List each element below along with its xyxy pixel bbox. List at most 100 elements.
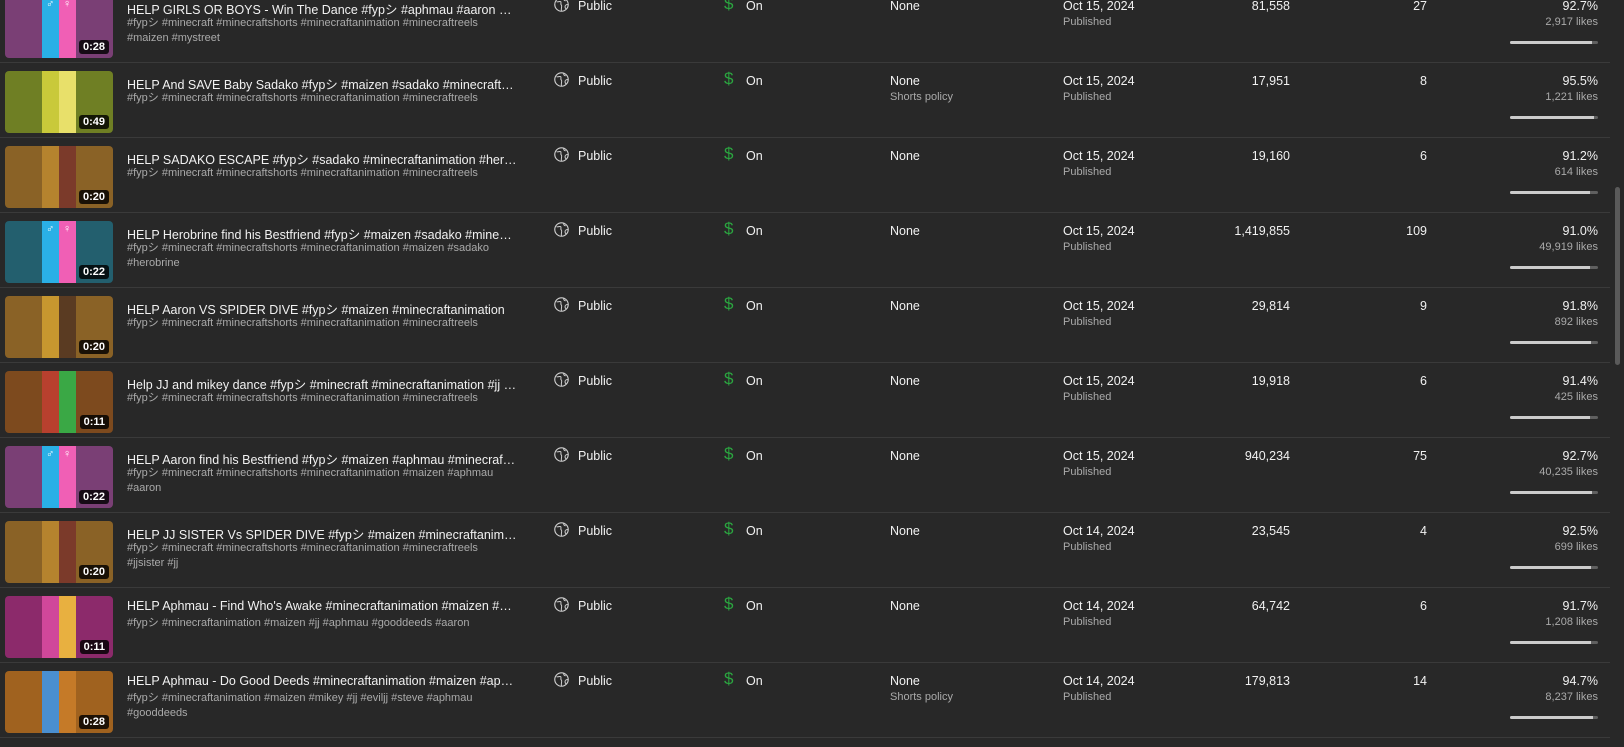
views-count: 19,918	[1251, 374, 1290, 388]
video-duration: 0:11	[79, 415, 109, 429]
table-row[interactable]: 0:20 HELP SADAKO ESCAPE #fypシ #sadako #m…	[0, 138, 1610, 213]
video-duration: 0:22	[78, 265, 109, 279]
video-description: #fypシ #minecraft #minecraftshorts #minec…	[127, 392, 478, 404]
video-title[interactable]: HELP Aphmau - Do Good Deeds #minecraftan…	[127, 674, 517, 688]
views-count: 940,234	[1244, 449, 1290, 463]
video-duration: 0:22	[78, 490, 109, 504]
monetization-label[interactable]: On	[746, 149, 763, 163]
visibility-label[interactable]: Public	[578, 599, 612, 613]
likes-count: 2,917 likes	[1545, 16, 1598, 28]
dollar-icon: $	[724, 594, 734, 613]
video-thumbnail[interactable]: ♂ ♀ 0:22	[5, 221, 113, 283]
publish-status: Published	[1063, 466, 1112, 478]
publish-status: Published	[1063, 91, 1112, 103]
likes-percent: 91.7%	[1562, 599, 1598, 613]
video-description: #fypシ #minecraft #minecraftshorts #minec…	[127, 542, 478, 569]
video-duration: 0:49	[78, 115, 109, 129]
video-thumbnail[interactable]: 0:20	[5, 146, 113, 208]
video-thumbnail[interactable]: 0:49	[5, 71, 113, 133]
video-description: #fypシ #minecraft #minecraftshorts #minec…	[127, 167, 478, 179]
dollar-icon: $	[724, 369, 734, 388]
table-row[interactable]: ♂ ♀ 0:22 HELP Aaron find his Bestfriend …	[0, 438, 1610, 513]
views-count: 64,742	[1251, 599, 1290, 613]
likes-percent: 95.5%	[1562, 74, 1598, 88]
table-row[interactable]: 0:11 Help JJ and mikey dance #fypシ #mine…	[0, 363, 1610, 438]
likes-percent: 94.7%	[1562, 674, 1598, 688]
visibility-label[interactable]: Public	[578, 449, 612, 463]
visibility-label[interactable]: Public	[578, 0, 612, 13]
visibility-label[interactable]: Public	[578, 374, 612, 388]
monetization-label[interactable]: On	[746, 599, 763, 613]
video-table: ♂ ♀ 0:28 HELP GIRLS OR BOYS - Win The Da…	[0, 0, 1610, 738]
video-duration: 0:20	[78, 190, 109, 204]
monetization-label[interactable]: On	[746, 224, 763, 238]
likes-ratio-bar	[1510, 716, 1598, 719]
comments-count: 6	[1420, 374, 1427, 388]
visibility-label[interactable]: Public	[578, 74, 612, 88]
visibility-label[interactable]: Public	[578, 674, 612, 688]
comments-count: 14	[1413, 674, 1427, 688]
restrictions-label: None	[890, 149, 920, 163]
monetization-label[interactable]: On	[746, 524, 763, 538]
monetization-label[interactable]: On	[746, 0, 763, 13]
visibility-label[interactable]: Public	[578, 524, 612, 538]
table-row[interactable]: 0:28 HELP Aphmau - Do Good Deeds #minecr…	[0, 663, 1610, 738]
views-count: 19,160	[1251, 149, 1290, 163]
publish-status: Published	[1063, 316, 1112, 328]
monetization-label[interactable]: On	[746, 674, 763, 688]
likes-ratio-fill	[1510, 641, 1591, 644]
table-row[interactable]: ♂ ♀ 0:28 HELP GIRLS OR BOYS - Win The Da…	[0, 0, 1610, 63]
video-thumbnail[interactable]: ♂ ♀ 0:28	[5, 0, 113, 58]
publish-date: Oct 14, 2024	[1063, 524, 1135, 538]
restrictions-label: None	[890, 524, 920, 538]
female-symbol-icon: ♀	[63, 223, 72, 235]
likes-count: 892 likes	[1554, 316, 1598, 328]
likes-ratio-fill	[1510, 41, 1592, 44]
monetization-label[interactable]: On	[746, 74, 763, 88]
dollar-icon: $	[724, 669, 734, 688]
monetization-label[interactable]: On	[746, 449, 763, 463]
likes-percent: 91.8%	[1562, 299, 1598, 313]
comments-count: 4	[1420, 524, 1427, 538]
table-row[interactable]: 0:49 HELP And SAVE Baby Sadako #fypシ #ma…	[0, 63, 1610, 138]
publish-date: Oct 15, 2024	[1063, 74, 1135, 88]
likes-ratio-bar	[1510, 491, 1598, 494]
scrollbar-thumb[interactable]	[1615, 187, 1620, 365]
video-title[interactable]: HELP Aphmau - Find Who's Awake #minecraf…	[127, 599, 517, 613]
restrictions-detail[interactable]: Shorts policy	[890, 691, 953, 703]
publish-date: Oct 15, 2024	[1063, 0, 1135, 13]
dollar-icon: $	[724, 444, 734, 463]
scrollbar[interactable]	[1610, 0, 1624, 747]
video-thumbnail[interactable]: 0:20	[5, 296, 113, 358]
likes-count: 699 likes	[1554, 541, 1598, 553]
video-thumbnail[interactable]: 0:28	[5, 671, 113, 733]
views-count: 81,558	[1251, 0, 1290, 13]
monetization-label[interactable]: On	[746, 299, 763, 313]
video-thumbnail[interactable]: 0:20	[5, 521, 113, 583]
table-row[interactable]: ♂ ♀ 0:22 HELP Herobrine find his Bestfri…	[0, 213, 1610, 288]
restrictions-label: None	[890, 299, 920, 313]
restrictions-detail[interactable]: Shorts policy	[890, 91, 953, 103]
video-duration: 0:11	[79, 640, 109, 654]
visibility-label[interactable]: Public	[578, 224, 612, 238]
publish-status: Published	[1063, 391, 1112, 403]
likes-count: 49,919 likes	[1539, 241, 1598, 253]
monetization-label[interactable]: On	[746, 374, 763, 388]
visibility-label[interactable]: Public	[578, 299, 612, 313]
video-thumbnail[interactable]: ♂ ♀ 0:22	[5, 446, 113, 508]
video-description: #fypシ #minecraftanimation #maizen #mikey…	[127, 692, 473, 719]
table-row[interactable]: 0:20 HELP JJ SISTER Vs SPIDER DIVE #fypシ…	[0, 513, 1610, 588]
table-row[interactable]: 0:11 HELP Aphmau - Find Who's Awake #min…	[0, 588, 1610, 663]
video-thumbnail[interactable]: 0:11	[5, 371, 113, 433]
visibility-label[interactable]: Public	[578, 149, 612, 163]
restrictions-label: None	[890, 599, 920, 613]
comments-count: 9	[1420, 299, 1427, 313]
video-thumbnail[interactable]: 0:11	[5, 596, 113, 658]
table-row[interactable]: 0:20 HELP Aaron VS SPIDER DIVE #fypシ #ma…	[0, 288, 1610, 363]
globe-icon	[554, 672, 569, 687]
video-description: #fypシ #minecraft #minecraftshorts #minec…	[127, 317, 478, 329]
restrictions-label: None	[890, 74, 920, 88]
male-symbol-icon: ♂	[46, 0, 55, 10]
restrictions-label: None	[890, 0, 920, 13]
globe-icon	[554, 372, 569, 387]
